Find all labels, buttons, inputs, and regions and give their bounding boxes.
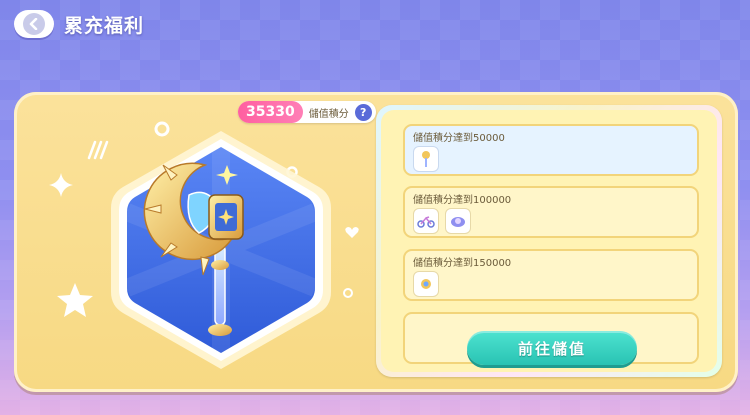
back-arrow-icon bbox=[23, 13, 45, 35]
featured-reward-display bbox=[105, 125, 337, 375]
page-title: 累充福利 bbox=[64, 14, 145, 37]
tier-label: 儲值積分達到100000 bbox=[413, 195, 512, 206]
tier-label: 儲值積分達到150000 bbox=[413, 258, 512, 269]
top-bar: 累充福利 bbox=[14, 9, 144, 39]
tier-item[interactable]: 儲值積分達到50000 bbox=[403, 124, 699, 176]
staff-item-icon[interactable] bbox=[413, 146, 439, 172]
tier-item[interactable]: 儲值積分達到150000 bbox=[403, 249, 699, 301]
hat-item-icon[interactable] bbox=[445, 208, 471, 234]
points-label: 儲值積分 bbox=[308, 108, 349, 120]
tier-item[interactable]: 儲值積分達到100000 bbox=[403, 186, 699, 238]
heart-decoration-icon bbox=[345, 227, 359, 238]
points-badge: 35330 儲值積分 ? bbox=[238, 101, 376, 123]
bike-item-icon[interactable] bbox=[413, 208, 439, 234]
sparkle-decoration-icon bbox=[49, 173, 73, 197]
back-button[interactable] bbox=[14, 10, 54, 38]
help-button[interactable]: ? bbox=[354, 103, 372, 121]
points-value: 35330 bbox=[238, 101, 303, 123]
orb-item-icon[interactable] bbox=[413, 271, 439, 297]
go-recharge-button[interactable]: 前往儲值 bbox=[467, 331, 637, 365]
tiny-ring-decoration-icon bbox=[343, 288, 353, 298]
featured-staff-icon bbox=[111, 131, 331, 369]
star-decoration-icon bbox=[57, 283, 93, 317]
tier-label: 儲值積分達到50000 bbox=[413, 133, 505, 144]
